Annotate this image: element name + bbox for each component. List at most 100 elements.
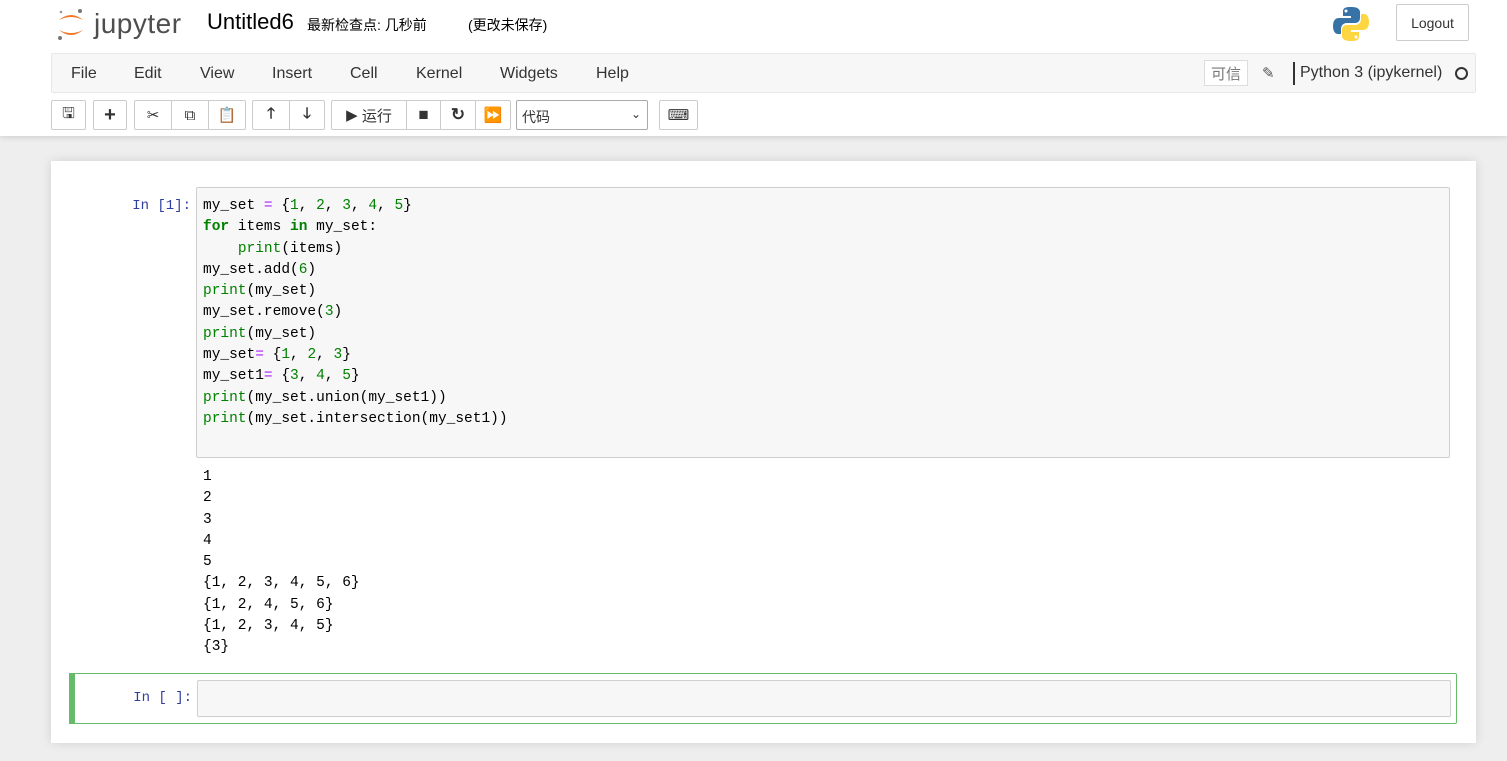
insert-group: + [93, 100, 127, 130]
menu-edit[interactable]: Edit [134, 65, 162, 83]
menu-widgets[interactable]: Widgets [500, 65, 558, 83]
menu-kernel[interactable]: Kernel [416, 65, 462, 83]
keyboard-icon[interactable]: ⌨ [660, 101, 697, 129]
code-token: } [403, 198, 412, 214]
code-token: , [324, 368, 343, 385]
fast-forward-icon[interactable]: ⏩ [475, 101, 510, 129]
code-token: my_set: [307, 219, 378, 236]
checkpoint-status: 最新检查点: 几秒前 [307, 17, 427, 33]
code-token: { [272, 368, 291, 385]
save-group: 🖫 [51, 100, 86, 130]
notebook-container: In [1]: my_set = {1, 2, 3, 4, 5} for item… [51, 161, 1476, 743]
autosave-status: (更改未保存) [468, 17, 548, 33]
cut-icon[interactable]: ✂ [135, 101, 171, 129]
trusted-indicator[interactable]: 可信 [1204, 60, 1248, 86]
output-line: {1, 2, 3, 4, 5} [203, 618, 334, 635]
code-token: my_set [203, 347, 256, 364]
logout-button[interactable]: Logout [1396, 4, 1469, 41]
code-token: print [203, 325, 247, 342]
code-token: my_set1 [203, 368, 264, 385]
code-token: 2 [316, 198, 325, 214]
run-button[interactable]: ▶ 运行 [332, 101, 406, 129]
code-token: , [298, 368, 317, 385]
save-icon[interactable]: 🖫 [52, 101, 85, 129]
output-line: 3 [203, 511, 212, 528]
code-line: print(my_set.union(my_set1)) [203, 388, 1443, 409]
code-token: print [203, 389, 247, 406]
code-token: } [350, 368, 360, 385]
code-cell-input-empty[interactable] [197, 680, 1451, 717]
output-line: {1, 2, 3, 4, 5, 6} [203, 575, 360, 592]
header: jupyter Untitled6 最新检查点: 几秒前 (更改未保存) Log… [0, 0, 1507, 136]
code-token: 3 [290, 368, 299, 385]
jupyter-logo[interactable]: jupyter [56, 6, 182, 42]
code-cell-selected[interactable]: In [ ]: [69, 673, 1457, 724]
code-token: 1 [281, 347, 291, 364]
notebook-title[interactable]: Untitled6 [207, 9, 294, 35]
code-cell-input[interactable]: my_set = {1, 2, 3, 4, 5} for items in my_… [196, 187, 1450, 458]
code-editor[interactable]: my_set = {1, 2, 3, 4, 5} for items in my_… [197, 188, 1449, 438]
code-token: for [203, 219, 230, 236]
code-token: 3 [324, 304, 334, 321]
code-token: , [290, 347, 308, 364]
menu-file[interactable]: File [71, 65, 97, 83]
arrow-down-icon[interactable]: 🡓 [289, 101, 324, 129]
code-token: 3 [333, 347, 343, 364]
pencil-icon[interactable]: ✎ [1262, 64, 1275, 82]
code-line: my_set = {1, 2, 3, 4, 5} [203, 196, 1443, 217]
menu-help[interactable]: Help [596, 65, 629, 83]
code-token: { [272, 198, 291, 214]
menu-cell[interactable]: Cell [350, 65, 378, 83]
code-token: = [263, 368, 273, 385]
restart-icon[interactable]: ↻ [440, 101, 475, 129]
menu-insert[interactable]: Insert [272, 65, 312, 83]
plus-icon[interactable]: + [94, 101, 126, 129]
code-line: my_set.remove(3) [203, 302, 1443, 323]
code-token: (items) [281, 240, 343, 257]
paste-icon[interactable]: 📋 [208, 101, 245, 129]
cell-type-select[interactable]: 代码 ⌄ [516, 100, 648, 130]
jupyter-logo-icon [58, 9, 83, 40]
cell-output: 1 2 3 4 5 {1, 2, 3, 4, 5, 6} {1, 2, 4, 5, 6} {1… [203, 467, 360, 659]
menu-view[interactable]: View [200, 65, 234, 83]
code-token: = [255, 347, 264, 364]
code-token: (my_set) [246, 325, 317, 342]
input-prompt: In [1]: [132, 198, 191, 214]
code-token: (my_set.intersection(my_set1)) [246, 410, 508, 427]
play-icon: ▶ [346, 107, 362, 124]
output-line: {1, 2, 4, 5, 6} [203, 596, 334, 613]
code-token: 3 [342, 198, 351, 214]
code-token: { [263, 347, 282, 364]
code-token: (my_set.union(my_set1)) [246, 389, 447, 406]
code-token: 2 [307, 347, 317, 364]
move-group: 🡑 🡓 [252, 100, 325, 130]
output-line: {3} [203, 639, 230, 656]
arrow-up-icon[interactable]: 🡑 [253, 101, 289, 129]
code-line: print(items) [203, 239, 1443, 260]
code-token: , [377, 198, 395, 214]
chevron-down-icon: ⌄ [630, 107, 641, 121]
code-token: 5 [342, 368, 351, 385]
code-token: print [237, 240, 282, 257]
code-token: items [229, 219, 291, 236]
kernel-name[interactable]: Python 3 (ipykernel) [1300, 64, 1442, 82]
code-token: my_set.add( [203, 261, 299, 278]
input-prompt: In [ ]: [133, 690, 192, 706]
code-token: my_set [203, 198, 264, 214]
code-line: print(my_set.intersection(my_set1)) [203, 409, 1443, 430]
copy-icon[interactable]: ⧉ [171, 101, 208, 129]
code-token: } [342, 347, 351, 364]
output-line: 1 [203, 469, 212, 485]
code-token: print [203, 410, 247, 427]
stop-icon[interactable]: ■ [406, 101, 440, 129]
code-line: for items in my_set: [203, 217, 1443, 238]
kernel-separator [1293, 62, 1295, 85]
code-line: my_set1= {3, 4, 5} [203, 366, 1443, 387]
run-group: ▶ 运行 ■ ↻ ⏩ [331, 100, 511, 130]
code-token: ) [307, 261, 317, 278]
code-token: , [324, 198, 343, 214]
code-line: my_set= {1, 2, 3} [203, 345, 1443, 366]
code-line: print(my_set) [203, 324, 1443, 345]
output-line: 4 [203, 532, 212, 549]
